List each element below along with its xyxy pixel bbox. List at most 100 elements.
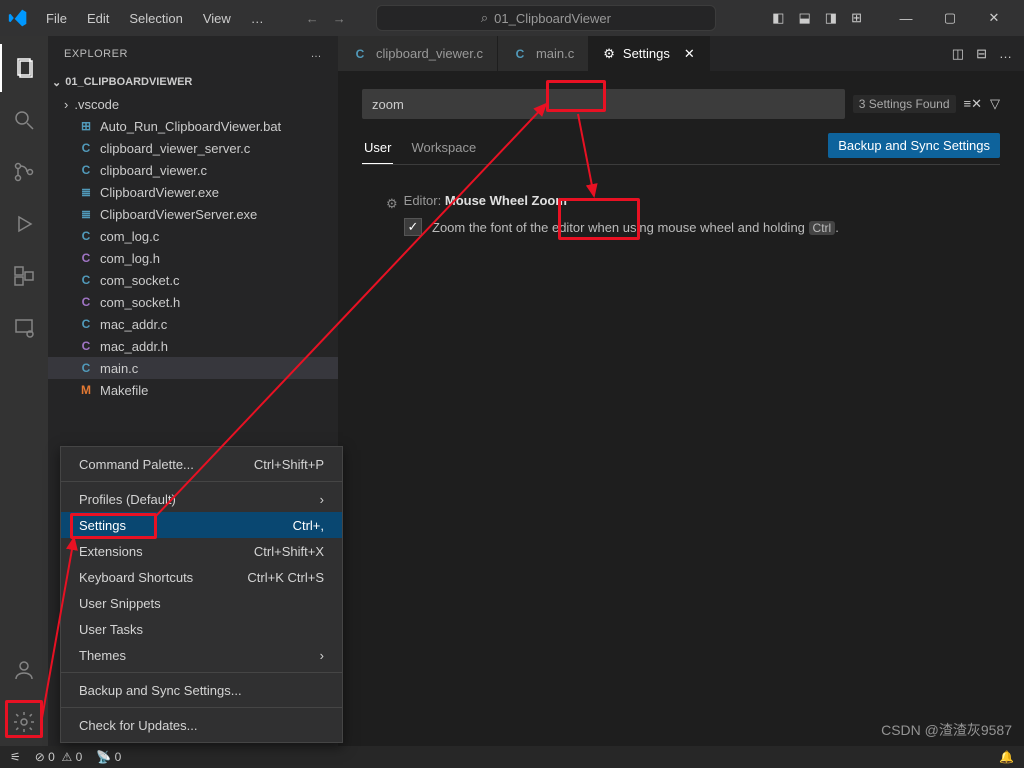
file-label: ClipboardViewerServer.exe (100, 207, 257, 222)
file-clipboard_viewer.c[interactable]: Cclipboard_viewer.c (48, 159, 338, 181)
explorer-more-icon[interactable]: … (311, 48, 323, 60)
activity-manage-icon[interactable] (0, 698, 48, 746)
tab-label: main.c (536, 46, 574, 61)
menu-keyboard-shortcuts[interactable]: Keyboard ShortcutsCtrl+K Ctrl+S (61, 564, 342, 590)
file-label: com_socket.h (100, 295, 180, 310)
menu-edit[interactable]: Edit (79, 7, 117, 30)
menu-user-snippets[interactable]: User Snippets (61, 590, 342, 616)
menu-file[interactable]: File (38, 7, 75, 30)
menu-accel: Ctrl+Shift+P (254, 457, 324, 472)
layout-panel-icon[interactable]: ⬓ (798, 10, 810, 26)
menu-themes[interactable]: Themes› (61, 642, 342, 668)
bat-file-icon: ⊞ (78, 119, 94, 133)
menu-label: Check for Updates... (79, 718, 198, 733)
tab-label: clipboard_viewer.c (376, 46, 483, 61)
menu-check-for-updates-[interactable]: Check for Updates... (61, 712, 342, 738)
menu-selection[interactable]: Selection (121, 7, 190, 30)
tab-Settings[interactable]: ⚙Settings✕ (589, 36, 710, 71)
title-bar: File Edit Selection View … ← → ⌕ 01_Clip… (0, 0, 1024, 36)
file-.vscode[interactable]: ›.vscode (48, 93, 338, 115)
chevron-right-icon: › (64, 97, 68, 112)
file-label: clipboard_viewer.c (100, 163, 207, 178)
file-clipboard_viewer_server.c[interactable]: Cclipboard_viewer_server.c (48, 137, 338, 159)
settings-editor: 3 Settings Found ≡✕ ▽ User Workspace Bac… (338, 71, 1024, 746)
menu-label: Command Palette... (79, 457, 194, 472)
file-com_socket.h[interactable]: Ccom_socket.h (48, 291, 338, 313)
nav-back-icon[interactable]: ← (306, 11, 319, 26)
status-bar: ⚟ ⊘ 0 ⚠ 0 📡 0 🔔 (0, 746, 1024, 768)
activity-extensions-icon[interactable] (0, 252, 48, 300)
tab-split-icon[interactable]: ◫ (952, 46, 964, 62)
menu-command-palette-[interactable]: Command Palette... Ctrl+Shift+P (61, 451, 342, 477)
project-header[interactable]: ⌄ 01_CLIPBOARDVIEWER (48, 71, 338, 93)
activity-scm-icon[interactable] (0, 148, 48, 196)
menu-view[interactable]: View (195, 7, 239, 30)
activity-explorer-icon[interactable] (0, 44, 48, 92)
file-ClipboardViewer.exe[interactable]: ≣ClipboardViewer.exe (48, 181, 338, 203)
file-com_log.h[interactable]: Ccom_log.h (48, 247, 338, 269)
file-label: ClipboardViewer.exe (100, 185, 219, 200)
file-Makefile[interactable]: MMakefile (48, 379, 338, 401)
clear-filter-icon[interactable]: ≡✕ (964, 96, 982, 112)
file-type-icon: C (78, 229, 94, 243)
tab-clipboard_viewer.c[interactable]: Cclipboard_viewer.c (338, 36, 498, 71)
menu-label: Extensions (79, 544, 143, 559)
file-ClipboardViewerServer.exe[interactable]: ≣ClipboardViewerServer.exe (48, 203, 338, 225)
window-close-icon[interactable]: ✕ (972, 0, 1016, 36)
activity-search-icon[interactable] (0, 96, 48, 144)
file-Auto_Run_ClipboardViewer.bat[interactable]: ⊞ Auto_Run_ClipboardViewer.bat (48, 115, 338, 137)
status-ports[interactable]: 📡 0 (96, 750, 121, 764)
sync-settings-button[interactable]: Backup and Sync Settings (828, 133, 1000, 158)
menu-overflow-icon[interactable]: … (243, 7, 272, 30)
scope-workspace[interactable]: Workspace (409, 134, 478, 164)
menu-accel: Ctrl+Shift+X (254, 544, 324, 559)
tab-more-icon[interactable]: … (999, 46, 1012, 61)
nav-forward-icon[interactable]: → (333, 11, 346, 26)
menu-backup-and-sync-settings-[interactable]: Backup and Sync Settings... (61, 677, 342, 703)
menu-accel: Ctrl+K Ctrl+S (247, 570, 324, 585)
file-mac_addr.c[interactable]: Cmac_addr.c (48, 313, 338, 335)
setting-gear-icon[interactable]: ⚙ (386, 196, 398, 212)
window-maximize-icon[interactable]: ▢ (928, 0, 972, 36)
tab-main.c[interactable]: Cmain.c (498, 36, 589, 71)
file-type-icon: C (352, 47, 368, 61)
filter-icon[interactable]: ▽ (990, 96, 1000, 112)
tab-split2-icon[interactable]: ⊟ (976, 46, 987, 62)
menu-user-tasks[interactable]: User Tasks (61, 616, 342, 642)
activity-debug-icon[interactable] (0, 200, 48, 248)
status-notifications-icon[interactable]: 🔔 (999, 750, 1014, 764)
file-main.c[interactable]: Cmain.c (48, 357, 338, 379)
file-type-icon: M (78, 383, 94, 397)
layout-secondary-icon[interactable]: ◨ (825, 10, 837, 26)
menu-profiles-default-[interactable]: Profiles (Default)› (61, 486, 342, 512)
explorer-title: EXPLORER (64, 48, 128, 60)
layout-customize-icon[interactable]: ⊞ (851, 10, 862, 26)
file-mac_addr.h[interactable]: Cmac_addr.h (48, 335, 338, 357)
layout-primary-icon[interactable]: ◧ (772, 10, 784, 26)
vscode-logo-icon (8, 8, 28, 28)
command-center[interactable]: ⌕ 01_ClipboardViewer (376, 5, 716, 31)
activity-remote-icon[interactable] (0, 304, 48, 352)
file-com_socket.c[interactable]: Ccom_socket.c (48, 269, 338, 291)
file-type-icon: C (78, 339, 94, 353)
setting-category: Editor: (404, 193, 442, 208)
tab-close-icon[interactable]: ✕ (684, 46, 695, 62)
activity-bar (0, 36, 48, 746)
settings-search-input[interactable] (362, 89, 845, 119)
file-label: Auto_Run_ClipboardViewer.bat (100, 119, 281, 134)
menu-accel: Ctrl+, (293, 518, 324, 533)
activity-account-icon[interactable] (0, 646, 48, 694)
status-problems[interactable]: ⊘ 0 ⚠ 0 (35, 750, 83, 764)
editor-tabs: Cclipboard_viewer.cCmain.c⚙Settings✕◫⊟… (338, 36, 1024, 71)
status-remote-icon[interactable]: ⚟ (10, 750, 21, 764)
menu-extensions[interactable]: Extensions Ctrl+Shift+X (61, 538, 342, 564)
scope-user[interactable]: User (362, 134, 393, 164)
chevron-down-icon: ⌄ (52, 76, 61, 89)
menu-settings[interactable]: SettingsCtrl+, (61, 512, 342, 538)
manage-context-menu: Command Palette... Ctrl+Shift+P Profiles (… (60, 446, 343, 743)
window-minimize-icon[interactable]: — (884, 0, 928, 36)
setting-checkbox[interactable]: ✓ (404, 218, 422, 236)
file-com_log.c[interactable]: Ccom_log.c (48, 225, 338, 247)
file-type-icon: C (78, 251, 94, 265)
file-label: clipboard_viewer_server.c (100, 141, 250, 156)
